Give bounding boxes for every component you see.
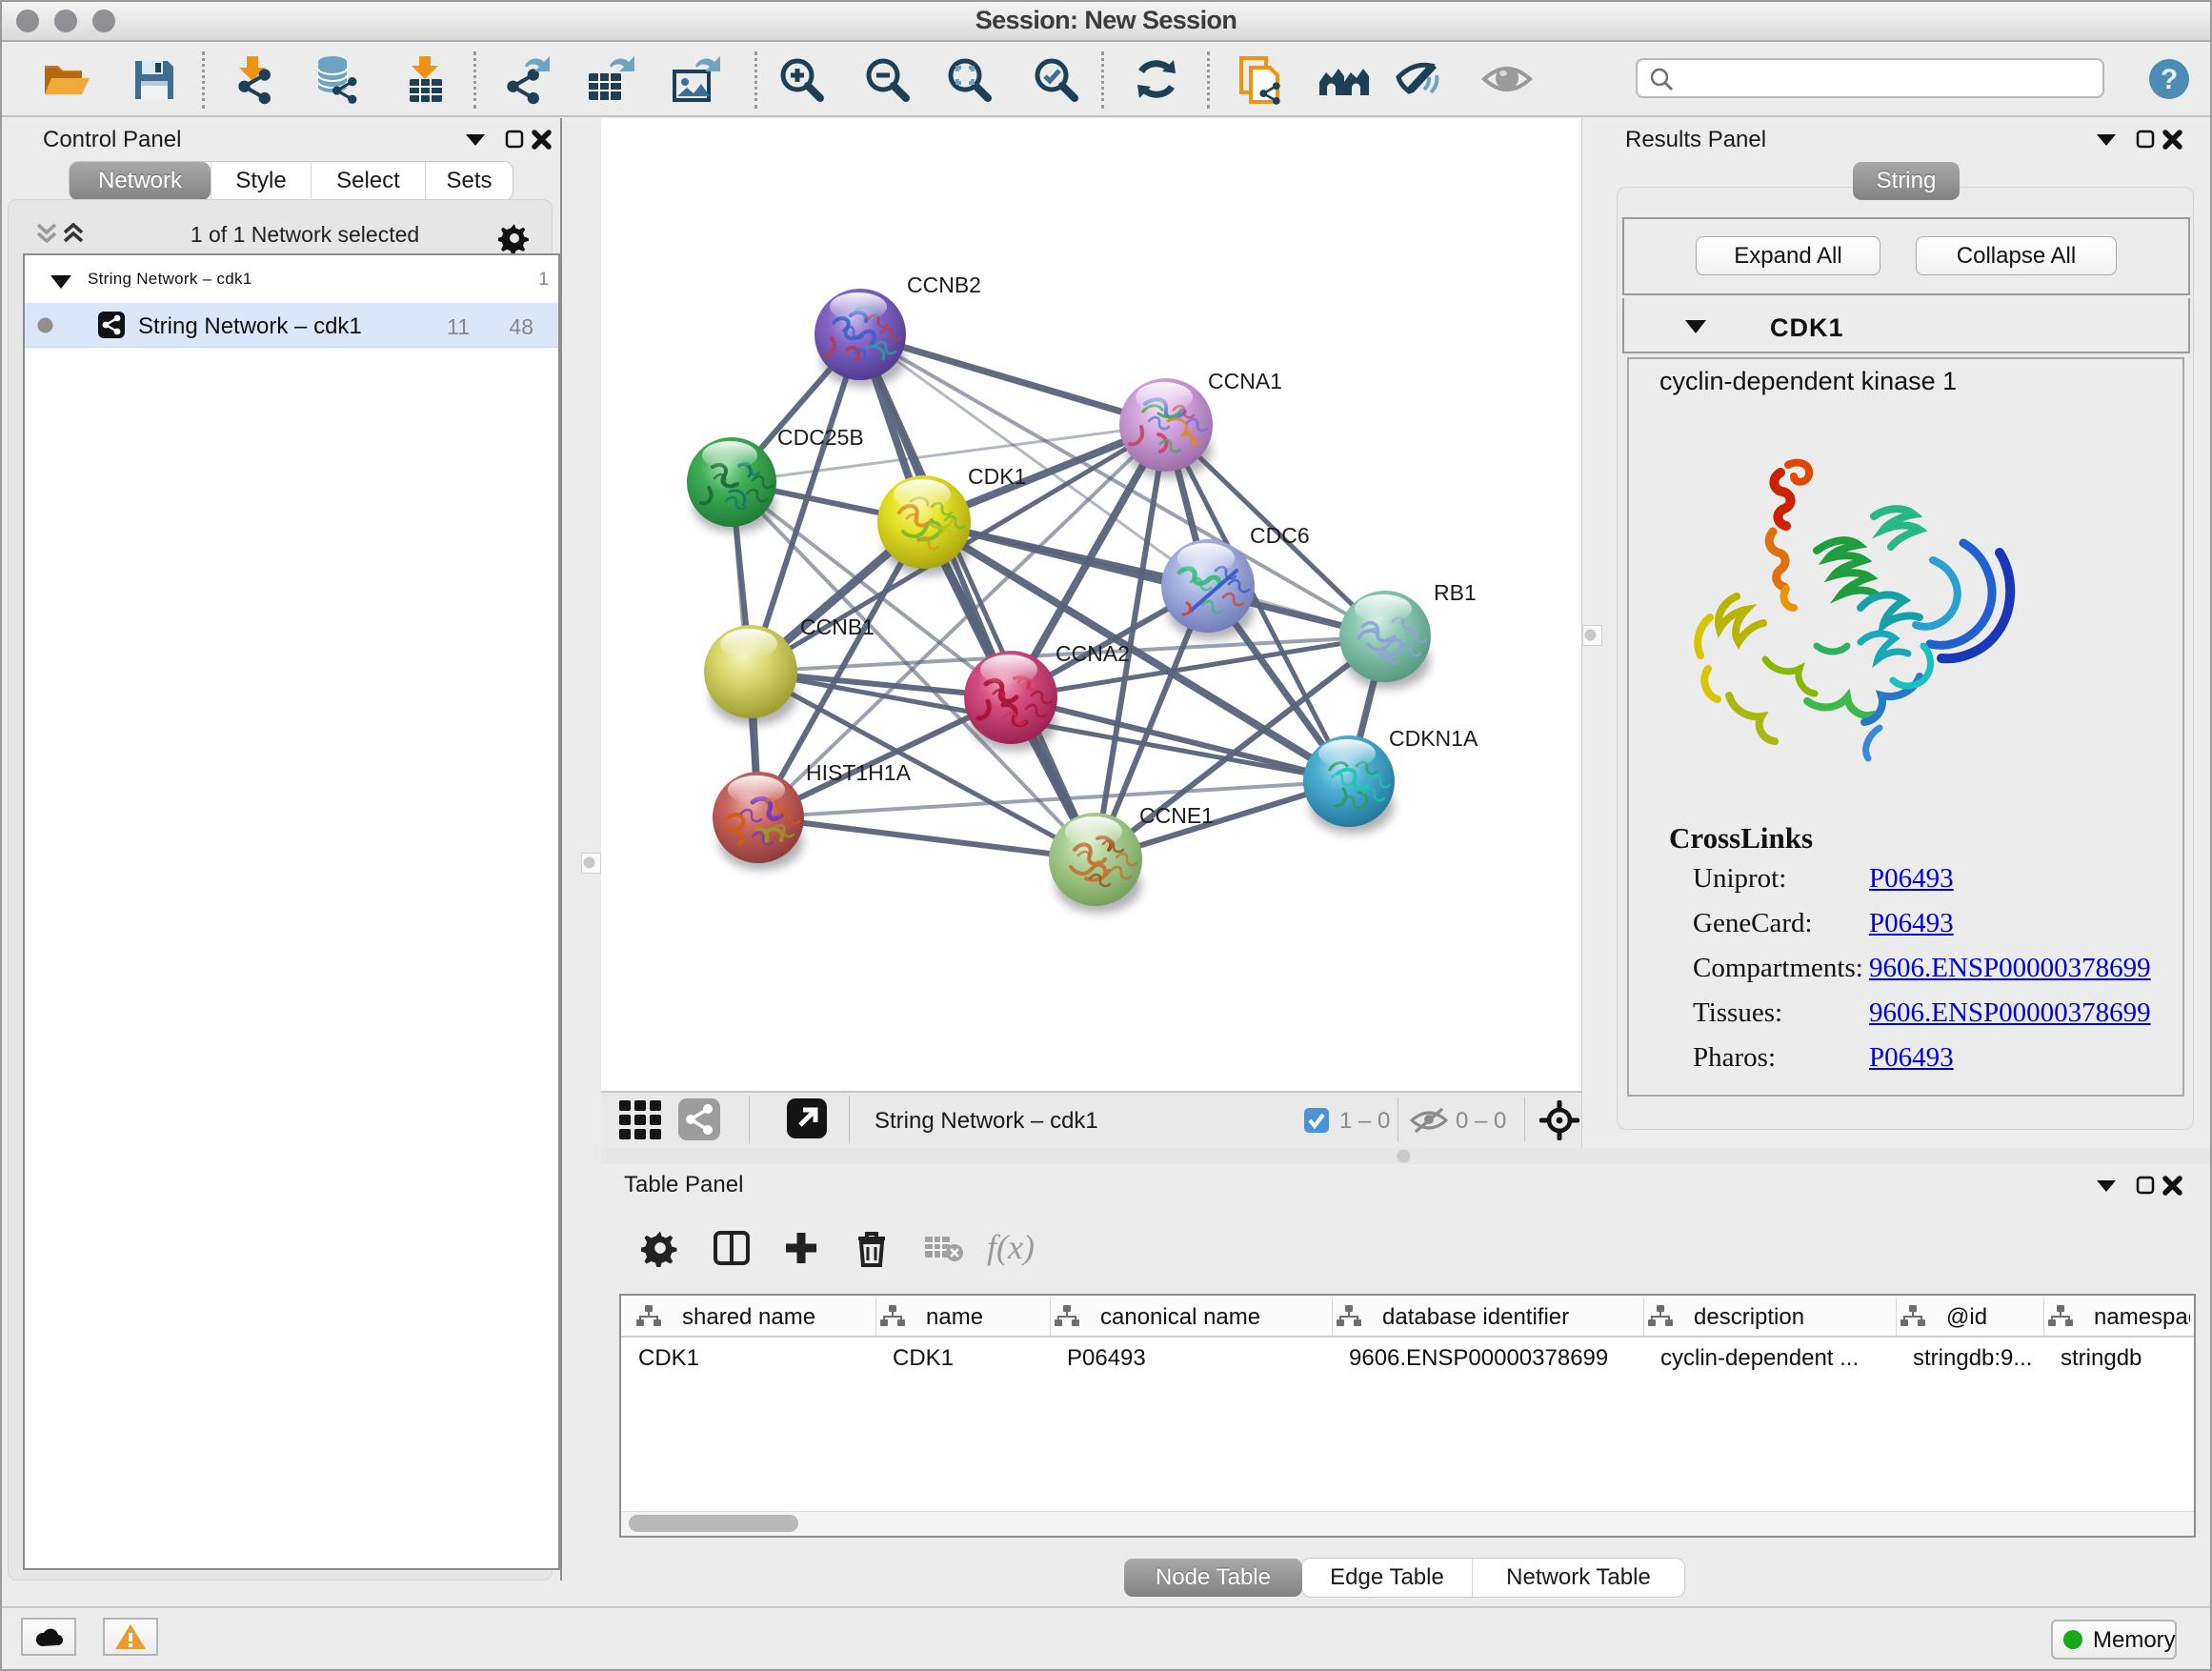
svg-text:CCNA1: CCNA1	[1208, 369, 1282, 393]
svg-text:CDK1: CDK1	[968, 464, 1026, 489]
svg-text:CDC6: CDC6	[1250, 523, 1310, 548]
svg-text:CDKN1A: CDKN1A	[1389, 726, 1478, 751]
svg-text:CCNB1: CCNB1	[800, 614, 875, 639]
svg-text:CDC25B: CDC25B	[777, 425, 864, 450]
svg-text:?: ?	[2161, 64, 2178, 95]
svg-text:CCNA2: CCNA2	[1056, 641, 1130, 666]
svg-text:CCNB2: CCNB2	[907, 272, 981, 297]
svg-text:HIST1H1A: HIST1H1A	[806, 760, 912, 785]
svg-text:CCNE1: CCNE1	[1139, 803, 1214, 828]
svg-text:RB1: RB1	[1434, 580, 1477, 605]
